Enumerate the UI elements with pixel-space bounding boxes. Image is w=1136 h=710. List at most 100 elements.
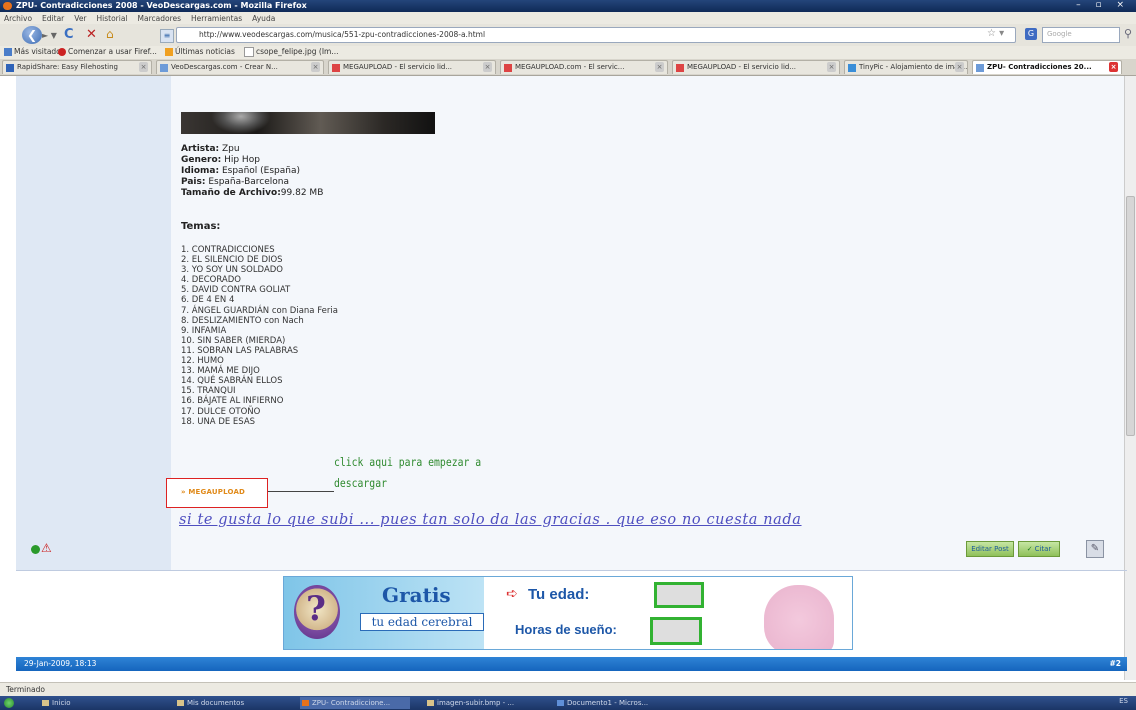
callout-line-1: click aqui para empezar a	[334, 455, 482, 469]
track-item: 9. INFAMIA	[181, 325, 227, 336]
url-bar[interactable]: http://www.veodescargas.com/musica/551-z…	[176, 27, 1016, 43]
tab-close-icon[interactable]: ×	[311, 62, 320, 72]
track-item: 8. DESLIZAMIENTO con Nach	[181, 315, 304, 326]
head-silhouette-icon	[764, 585, 834, 649]
track-item: 2. EL SILENCIO DE DIOS	[181, 255, 283, 266]
track-item: 10. SIN SABER (MIERDA)	[181, 335, 286, 346]
reload-icon[interactable]: C	[64, 27, 74, 42]
tab-megaupload-3[interactable]: MEGAUPLOAD - El servicio lid... ×	[672, 60, 840, 74]
edit-post-button[interactable]: Editar Post	[966, 541, 1014, 557]
taskbar-paint[interactable]: imagen-subir.bmp - ...	[425, 697, 514, 709]
info-idioma: Idioma: Español (España)	[181, 166, 300, 176]
tab-megaupload-1[interactable]: MEGAUPLOAD - El servicio lid... ×	[328, 60, 496, 74]
folder-icon	[4, 48, 12, 56]
bookmark-csope[interactable]: csope_felipe.jpg (Im...	[244, 47, 339, 57]
firefox-icon	[58, 48, 66, 56]
tab-rapidshare[interactable]: RapidShare: Easy Filehosting ×	[2, 60, 152, 74]
tab-close-icon[interactable]: ×	[655, 62, 664, 72]
ad-age-input[interactable]	[654, 582, 704, 608]
track-item: 6. DE 4 EN 4	[181, 295, 235, 306]
info-artista: Artista: Zpu	[181, 144, 240, 154]
tab-favicon	[976, 64, 984, 72]
google-search-engine-icon[interactable]: G	[1025, 28, 1037, 40]
tab-close-icon[interactable]: ×	[827, 62, 836, 72]
menu-ver[interactable]: Ver	[74, 14, 86, 23]
tab-strip: RapidShare: Easy Filehosting × VeoDescarg…	[0, 59, 1136, 76]
ad-sleep-input[interactable]	[650, 617, 702, 645]
tab-favicon	[332, 64, 340, 72]
taskbar-mis-documentos[interactable]: Mis documentos	[175, 697, 244, 709]
online-status-icon	[31, 545, 40, 554]
brain-question-icon: ?	[294, 585, 340, 639]
callout-pointer-line	[268, 491, 334, 492]
site-identity-icon[interactable]: ≡	[160, 29, 174, 43]
tab-zpu-active[interactable]: ZPU- Contradicciones 20... ×	[972, 60, 1122, 74]
menu-archivo[interactable]: Archivo	[4, 14, 32, 23]
info-genero: Genero: Hip Hop	[181, 155, 260, 165]
rss-icon	[165, 48, 173, 56]
app-icon	[42, 700, 49, 706]
system-tray[interactable]: ES	[1119, 697, 1128, 705]
track-item: 3. YO SOY UN SOLDADO	[181, 265, 283, 276]
track-item: 17. DULCE OTOÑO	[181, 406, 261, 417]
post-date: 29-Jan-2009, 18:13	[24, 659, 97, 668]
ad-banner[interactable]: ? Gratis tu edad cerebral ➪ Tu edad: Hor…	[283, 576, 853, 650]
ad-gratis: Gratis	[382, 583, 451, 607]
album-cover-image	[181, 112, 435, 134]
ad-horas-label: Horas de sueño:	[515, 622, 617, 637]
search-input[interactable]: Google	[1042, 27, 1120, 43]
search-icon[interactable]: ⚲	[1124, 27, 1132, 40]
tab-tinypic[interactable]: TinyPic - Alojamiento de imág... ×	[844, 60, 968, 74]
report-warning-icon[interactable]: ⚠	[41, 542, 52, 554]
tab-favicon	[6, 64, 14, 72]
paint-icon	[427, 700, 434, 706]
window-title: ZPU- Contradicciones 2008 - VeoDescargas…	[16, 1, 307, 10]
tab-veodescargas[interactable]: VeoDescargas.com - Crear N... ×	[156, 60, 324, 74]
taskbar-inicio[interactable]: Inicio	[40, 697, 71, 709]
tab-close-icon[interactable]: ×	[955, 62, 964, 72]
folder-icon	[177, 700, 184, 706]
back-arrow-icon[interactable]: ❮	[22, 26, 42, 44]
track-item: 11. SOBRAN LAS PALABRAS	[181, 345, 299, 356]
bookmark-comenzar[interactable]: Comenzar a usar Firef...	[58, 47, 157, 56]
ad-subtitle: tu edad cerebral	[360, 613, 484, 631]
tab-close-icon[interactable]: ×	[483, 62, 492, 72]
stop-icon[interactable]: ✕	[86, 27, 97, 42]
callout-line-2: descargar	[334, 476, 387, 490]
track-item: 16. BÁJATE AL INFIERNO	[181, 396, 284, 407]
tab-close-icon[interactable]: ×	[1109, 62, 1118, 72]
menu-ayuda[interactable]: Ayuda	[252, 14, 275, 23]
track-item: 4. DECORADO	[181, 275, 241, 286]
quote-check-icon: ✓	[1026, 545, 1033, 553]
menu-editar[interactable]: Editar	[42, 14, 64, 23]
bookmark-ultimas-noticias[interactable]: Últimas noticias	[165, 47, 235, 56]
poster-column	[16, 76, 171, 570]
track-list: 1. CONTRADICCIONES 2. EL SILENCIO DE DIO…	[181, 245, 338, 427]
tab-close-icon[interactable]: ×	[139, 62, 148, 72]
taskbar-firefox[interactable]: ZPU- Contradiccione...	[300, 697, 410, 709]
quote-button[interactable]: ✓ Citar	[1018, 541, 1060, 557]
quick-reply-icon[interactable]: ✎	[1086, 540, 1104, 558]
windows-taskbar: Inicio Mis documentos ZPU- Contradiccion…	[0, 696, 1136, 710]
vertical-scrollbar[interactable]	[1124, 76, 1136, 680]
tab-favicon	[676, 64, 684, 72]
megaupload-link-label[interactable]: » MEGAUPLOAD	[181, 488, 245, 496]
bookmark-mas-visitados[interactable]: Más visitados	[4, 47, 65, 56]
megaupload-download-button[interactable]: » MEGAUPLOAD	[166, 478, 268, 508]
menu-marcadores[interactable]: Marcadores	[138, 14, 182, 23]
post-number-link[interactable]: #2	[1109, 659, 1121, 668]
taskbar-word[interactable]: Documento1 - Micros...	[555, 697, 648, 709]
scrollbar-thumb[interactable]	[1126, 196, 1135, 436]
bookmark-star-icon[interactable]: ☆ ▾	[987, 28, 1004, 39]
forward-dropdown-icon[interactable]: ► ▼	[42, 31, 57, 40]
post-footer-bar: 29-Jan-2009, 18:13 #2	[16, 657, 1127, 671]
home-icon[interactable]: ⌂	[106, 27, 114, 41]
menu-historial[interactable]: Historial	[97, 14, 128, 23]
track-item: 13. MAMÁ ME DIJO	[181, 366, 260, 377]
window-controls[interactable]: – ▫ ×	[1076, 0, 1130, 10]
tab-megaupload-2[interactable]: MEGAUPLOAD.com - El servic... ×	[500, 60, 668, 74]
menu-bar: Archivo Editar Ver Historial Marcadores …	[0, 12, 1136, 24]
start-button[interactable]	[4, 698, 14, 708]
menu-herramientas[interactable]: Herramientas	[191, 14, 242, 23]
post-separator	[16, 570, 1127, 571]
